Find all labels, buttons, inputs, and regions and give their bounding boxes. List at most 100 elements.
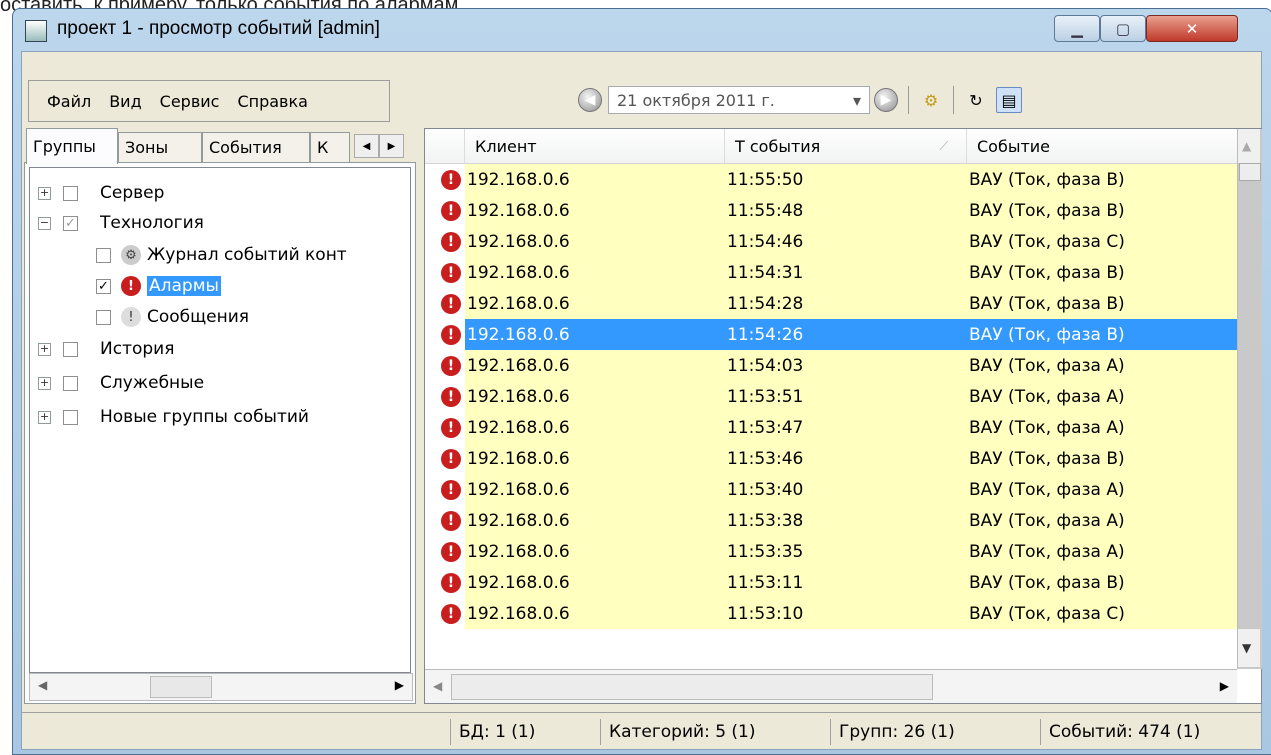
scroll-left-icon[interactable]: ◀ (38, 678, 47, 692)
menu-service[interactable]: Сервис (160, 92, 220, 111)
table-row[interactable]: ! 192.168.0.6 11:54:28 ВАУ (Ток, фаза В) (425, 288, 1237, 319)
tab-zones[interactable]: Зоны (118, 132, 202, 162)
expand-icon[interactable]: + (38, 376, 51, 390)
scroll-thumb[interactable] (150, 676, 212, 698)
tree-node-technology[interactable]: − ✓ Технология (38, 208, 204, 238)
checkbox[interactable] (63, 409, 78, 425)
minimize-icon: ▁ (1071, 19, 1083, 38)
minimize-button[interactable]: ▁ (1054, 15, 1100, 42)
table-row[interactable]: ! 192.168.0.6 11:54:26 ВАУ (Ток, фаза В) (425, 319, 1237, 350)
checkbox[interactable] (96, 309, 111, 325)
date-picker[interactable]: 21 октября 2011 г. ▾ (608, 86, 870, 114)
cell-time: 11:53:11 (725, 567, 967, 598)
filter-button[interactable]: ⚙ (919, 88, 943, 112)
table-row[interactable]: ! 192.168.0.6 11:53:38 ВАУ (Ток, фаза А) (425, 505, 1237, 536)
next-day-button[interactable]: ▶ (874, 88, 898, 112)
tree-node-journal[interactable]: ⚙ Журнал событий конт (96, 240, 347, 270)
table-horizontal-scrollbar[interactable]: ◀ ▶ (425, 669, 1237, 703)
cell-client: 192.168.0.6 (465, 412, 725, 443)
checkbox[interactable]: ✓ (96, 278, 111, 294)
cell-event: ВАУ (Ток, фаза В) (967, 567, 1237, 598)
title-bar[interactable]: проект 1 - просмотр событий [admin] ▁ ▢ … (13, 9, 1271, 51)
tree-horizontal-scrollbar[interactable]: ◀ ▶ (29, 673, 413, 701)
column-header-client[interactable]: Клиент (465, 129, 725, 163)
app-icon (25, 20, 47, 42)
cell-client: 192.168.0.6 (465, 226, 725, 257)
client-area: Файл Вид Сервис Справка ◀ 21 октября 201… (21, 51, 1262, 750)
column-header-event[interactable]: Событие (967, 129, 1237, 163)
menu-view[interactable]: Вид (109, 92, 141, 111)
tree-node-service[interactable]: + Служебные (38, 368, 204, 398)
table-row[interactable]: ! 192.168.0.6 11:53:40 ВАУ (Ток, фаза А) (425, 474, 1237, 505)
status-db: БД: 1 (1) (450, 719, 600, 745)
cell-client: 192.168.0.6 (465, 350, 725, 381)
tab-scroll-left-button[interactable]: ◀ (354, 134, 379, 158)
tree-node-server[interactable]: + Сервер (38, 178, 164, 208)
tab-scroll-right-button[interactable]: ▶ (379, 134, 404, 158)
expand-icon[interactable]: + (38, 186, 51, 200)
cell-client: 192.168.0.6 (465, 443, 725, 474)
cell-event: ВАУ (Ток, фаза В) (967, 319, 1237, 350)
refresh-button[interactable]: ↻ (964, 88, 988, 112)
table-row[interactable]: ! 192.168.0.6 11:55:48 ВАУ (Ток, фаза В) (425, 195, 1237, 226)
close-button[interactable]: ✕ (1146, 15, 1238, 42)
table-row[interactable]: ! 192.168.0.6 11:53:11 ВАУ (Ток, фаза В) (425, 567, 1237, 598)
prev-day-button[interactable]: ◀ (578, 88, 602, 112)
scroll-down-icon[interactable]: ▼ (1242, 641, 1251, 655)
table-row[interactable]: ! 192.168.0.6 11:54:31 ВАУ (Ток, фаза В) (425, 257, 1237, 288)
tree-node-new-groups[interactable]: + Новые группы событий (38, 402, 309, 432)
status-categories: Категорий: 5 (1) (600, 719, 820, 745)
expand-icon[interactable]: + (38, 410, 51, 424)
tab-events[interactable]: События (202, 132, 310, 162)
tree-node-history[interactable]: + История (38, 334, 174, 364)
scroll-up-icon[interactable]: ▲ (1242, 139, 1251, 153)
table-row[interactable]: ! 192.168.0.6 11:53:51 ВАУ (Ток, фаза А) (425, 381, 1237, 412)
scroll-right-icon[interactable]: ▶ (395, 678, 404, 692)
scroll-thumb[interactable] (451, 674, 933, 700)
alarm-icon: ! (441, 325, 461, 345)
table-row[interactable]: ! 192.168.0.6 11:54:03 ВАУ (Ток, фаза А) (425, 350, 1237, 381)
cell-time: 11:54:26 (725, 319, 967, 350)
cell-client: 192.168.0.6 (465, 257, 725, 288)
message-icon: ! (121, 307, 141, 327)
table-row[interactable]: ! 192.168.0.6 11:53:10 ВАУ (Ток, фаза С) (425, 598, 1237, 629)
menu-help[interactable]: Справка (237, 92, 308, 111)
checkbox[interactable] (96, 247, 111, 263)
table-row[interactable]: ! 192.168.0.6 11:53:46 ВАУ (Ток, фаза В) (425, 443, 1237, 474)
scroll-left-icon[interactable]: ◀ (433, 679, 442, 693)
settings-button[interactable]: ▤ (996, 87, 1022, 113)
maximize-button[interactable]: ▢ (1100, 15, 1146, 42)
table-vertical-scrollbar[interactable]: ▲ ▼ (1237, 129, 1262, 669)
cell-client: 192.168.0.6 (465, 381, 725, 412)
tree-node-alarms[interactable]: ✓ ! Алармы (96, 271, 221, 301)
column-header-time[interactable]: Т события ⟋ (725, 129, 967, 163)
chevron-down-icon[interactable]: ▾ (853, 91, 861, 110)
checkbox[interactable] (63, 341, 78, 357)
table-row[interactable]: ! 192.168.0.6 11:53:35 ВАУ (Ток, фаза А) (425, 536, 1237, 567)
gear-icon: ⚙ (121, 245, 141, 265)
table-body: ! 192.168.0.6 11:55:50 ВАУ (Ток, фаза В)! 19… (425, 164, 1237, 669)
cell-event: ВАУ (Ток, фаза С) (967, 598, 1237, 629)
menu-file[interactable]: Файл (47, 92, 91, 111)
cell-client: 192.168.0.6 (465, 567, 725, 598)
scroll-right-icon[interactable]: ▶ (1220, 679, 1229, 693)
tree-node-messages[interactable]: ! Сообщения (96, 302, 249, 332)
checkbox[interactable]: ✓ (63, 215, 78, 231)
expand-icon[interactable]: + (38, 342, 51, 356)
cell-time: 11:54:03 (725, 350, 967, 381)
tab-k[interactable]: К (310, 132, 350, 162)
collapse-icon[interactable]: − (38, 216, 51, 230)
tab-groups[interactable]: Группы (26, 128, 118, 164)
cell-time: 11:53:35 (725, 536, 967, 567)
tree-node-label: Сервер (100, 183, 165, 203)
table-row[interactable]: ! 192.168.0.6 11:54:46 ВАУ (Ток, фаза С) (425, 226, 1237, 257)
table-row[interactable]: ! 192.168.0.6 11:53:47 ВАУ (Ток, фаза А) (425, 412, 1237, 443)
column-header-icon[interactable] (425, 129, 465, 163)
checkbox[interactable] (63, 375, 78, 391)
table-row[interactable]: ! 192.168.0.6 11:55:50 ВАУ (Ток, фаза В) (425, 164, 1237, 195)
cell-time: 11:53:40 (725, 474, 967, 505)
alarm-icon: ! (441, 232, 461, 252)
scroll-thumb[interactable] (1239, 163, 1261, 181)
cell-time: 11:54:31 (725, 257, 967, 288)
checkbox[interactable] (63, 185, 78, 201)
